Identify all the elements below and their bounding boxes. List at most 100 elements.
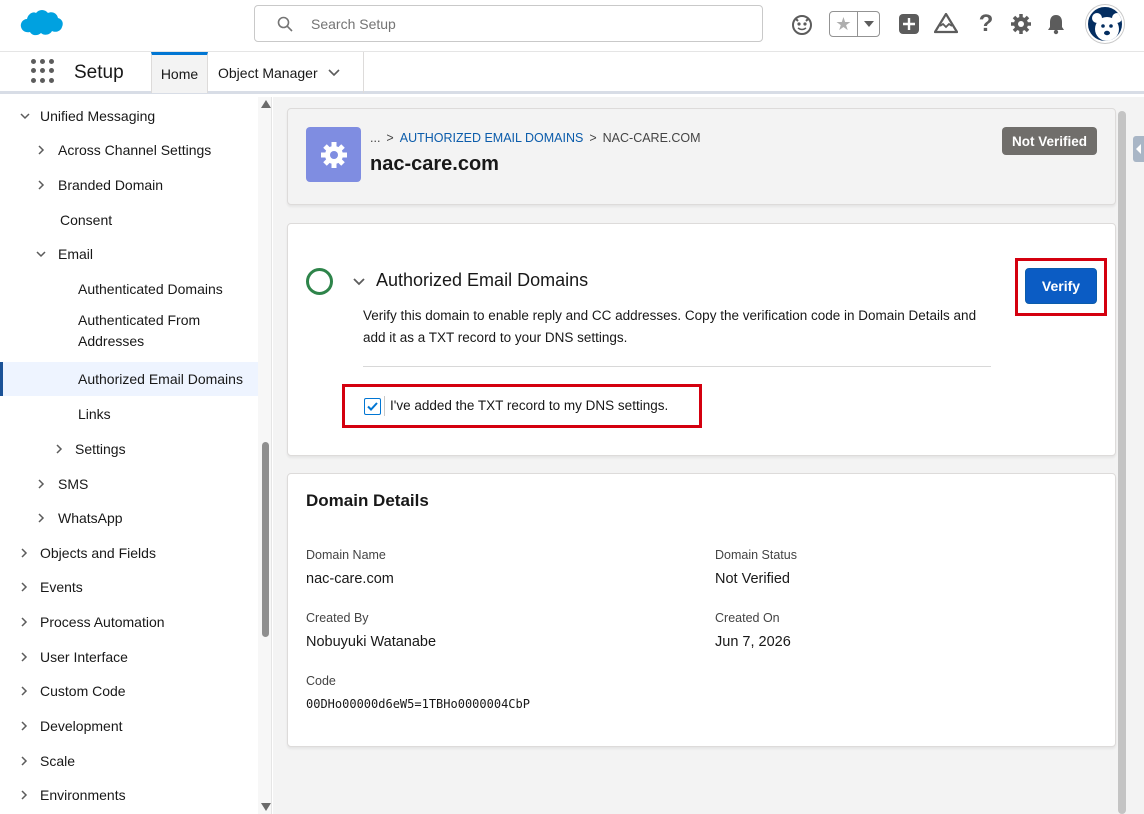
txt-record-checkbox[interactable]: [364, 398, 381, 415]
divider: [363, 366, 991, 367]
tab-object-manager[interactable]: Object Manager: [208, 52, 364, 93]
tree-item-email[interactable]: Email: [0, 239, 258, 269]
main-scrollbar[interactable]: [1118, 111, 1126, 814]
breadcrumb-current: NAC-CARE.COM: [602, 131, 701, 145]
chevron-right-icon[interactable]: [18, 685, 30, 697]
tree-item-authorized-email-domains[interactable]: Authorized Email Domains: [0, 362, 258, 396]
trailhead-icon[interactable]: [934, 12, 958, 36]
tree-item-label: Process Automation: [40, 614, 165, 630]
tree-item-environments[interactable]: Environments: [0, 780, 258, 810]
tree-item-authenticated-domains[interactable]: Authenticated Domains: [0, 274, 258, 304]
tree-item-user-interface[interactable]: User Interface: [0, 642, 258, 672]
bell-icon[interactable]: [1044, 12, 1068, 36]
tree-item-label: Links: [78, 406, 111, 422]
record-header: ... > AUTHORIZED EMAIL DOMAINS > NAC-CAR…: [287, 108, 1116, 205]
chevron-right-icon[interactable]: [35, 512, 47, 524]
chevron-right-icon[interactable]: [35, 478, 47, 490]
salesforce-logo[interactable]: [16, 9, 64, 41]
tree-item-label: Across Channel Settings: [58, 142, 212, 158]
avatar[interactable]: [1086, 5, 1124, 43]
chevron-right-icon[interactable]: [18, 755, 30, 767]
setup-gear-icon: [306, 127, 361, 182]
setup-tree-sidebar: Unified Messaging Across Channel Setting…: [0, 97, 272, 814]
tree-item-label: Scale: [40, 753, 76, 769]
chevron-down-icon[interactable]: [858, 12, 880, 36]
panel-toggle-handle[interactable]: [1133, 136, 1144, 162]
scroll-up-arrow-icon[interactable]: [261, 100, 271, 108]
astro-icon[interactable]: [790, 12, 814, 36]
breadcrumb: ... > AUTHORIZED EMAIL DOMAINS > NAC-CAR…: [370, 131, 701, 145]
chevron-right-icon[interactable]: [35, 179, 47, 191]
breadcrumb-separator: >: [589, 131, 597, 145]
tree-item-label: User Interface: [40, 649, 128, 665]
tab-home[interactable]: Home: [151, 52, 208, 93]
tree-item-label: WhatsApp: [58, 510, 123, 526]
tab-home-label: Home: [160, 66, 199, 82]
add-icon[interactable]: [897, 12, 921, 36]
tree-item-sms[interactable]: SMS: [0, 469, 258, 499]
domain-name-label: Domain Name: [306, 548, 386, 562]
tree-item-authenticated-from-addresses[interactable]: Authenticated From Addresses: [0, 309, 258, 354]
tree-item-label: Events: [40, 579, 83, 595]
chevron-down-icon[interactable]: [328, 68, 340, 77]
tree-item-settings[interactable]: Settings: [0, 434, 258, 464]
search-input[interactable]: [311, 14, 731, 34]
tree-item-label: Environments: [40, 787, 126, 803]
scroll-down-arrow-icon[interactable]: [261, 803, 271, 811]
tree-item-links[interactable]: Links: [0, 399, 258, 429]
sidebar-scrollbar-thumb[interactable]: [262, 442, 269, 637]
favorites-control[interactable]: ★: [829, 11, 880, 37]
chevron-right-icon[interactable]: [18, 616, 30, 628]
app-nav-bar: Setup Home Object Manager: [0, 52, 1144, 94]
checkbox-label[interactable]: I've added the TXT record to my DNS sett…: [390, 398, 668, 413]
chevron-right-icon[interactable]: [18, 789, 30, 801]
section-title[interactable]: Authorized Email Domains: [376, 270, 588, 291]
search-box[interactable]: [254, 5, 763, 42]
section-description: Verify this domain to enable reply and C…: [363, 308, 977, 345]
tree-item-development[interactable]: Development: [0, 711, 258, 741]
created-by-label: Created By: [306, 611, 369, 625]
gear-icon[interactable]: [1009, 12, 1033, 36]
chevron-down-icon[interactable]: [19, 110, 31, 122]
tree-item-label: Consent: [60, 212, 113, 228]
tree-item-label: Authenticated Domains: [78, 281, 223, 297]
tree-item-events[interactable]: Events: [0, 572, 258, 602]
breadcrumb-link-authorized-email-domains[interactable]: AUTHORIZED EMAIL DOMAINS: [400, 131, 584, 145]
tree-item-label: Branded Domain: [58, 177, 164, 193]
global-header: ★ ?: [0, 0, 1144, 52]
chevron-right-icon[interactable]: [53, 443, 65, 455]
chevron-down-icon[interactable]: [352, 275, 366, 289]
favorites-star-icon[interactable]: ★: [830, 12, 858, 36]
tree-item-process-automation[interactable]: Process Automation: [0, 607, 258, 637]
domain-details-card: Domain Details Domain Name nac-care.com …: [287, 473, 1116, 747]
main-content: ... > AUTHORIZED EMAIL DOMAINS > NAC-CAR…: [273, 97, 1144, 814]
verify-button[interactable]: Verify: [1025, 268, 1097, 304]
tree-item-across-channel-settings[interactable]: Across Channel Settings: [0, 135, 258, 165]
breadcrumb-ellipsis[interactable]: ...: [370, 131, 380, 145]
chevron-right-icon[interactable]: [18, 581, 30, 593]
tree-item-custom-code[interactable]: Custom Code: [0, 676, 258, 706]
tree-item-label: Addresses: [78, 333, 145, 349]
tree-item-consent[interactable]: Consent: [0, 205, 258, 235]
app-launcher-icon[interactable]: [31, 59, 55, 83]
created-on-value: Jun 7, 2026: [715, 634, 791, 650]
chevron-right-icon[interactable]: [18, 720, 30, 732]
tree-item-label: Authorized Email Domains: [78, 371, 243, 387]
tab-object-manager-label: Object Manager: [218, 64, 318, 81]
tree-item-scale[interactable]: Scale: [0, 746, 258, 776]
app-name: Setup: [74, 62, 124, 83]
chevron-right-icon[interactable]: [18, 651, 30, 663]
checkmark-icon: [367, 402, 378, 411]
tree-item-objects-and-fields[interactable]: Objects and Fields: [0, 538, 258, 568]
status-badge: Not Verified: [1001, 127, 1097, 155]
chevron-down-icon[interactable]: [35, 248, 47, 260]
tree-item-label: Custom Code: [40, 683, 126, 699]
help-icon[interactable]: ?: [974, 10, 998, 37]
chevron-right-icon[interactable]: [35, 144, 47, 156]
tree-item-whatsapp[interactable]: WhatsApp: [0, 503, 258, 533]
code-value[interactable]: 00DHo00000d6eW5=1TBHo0000004CbP: [306, 697, 530, 711]
tree-item-unified-messaging[interactable]: Unified Messaging: [0, 101, 258, 131]
progress-ring-icon: [306, 268, 333, 295]
chevron-right-icon[interactable]: [18, 547, 30, 559]
tree-item-branded-domain[interactable]: Branded Domain: [0, 170, 258, 200]
